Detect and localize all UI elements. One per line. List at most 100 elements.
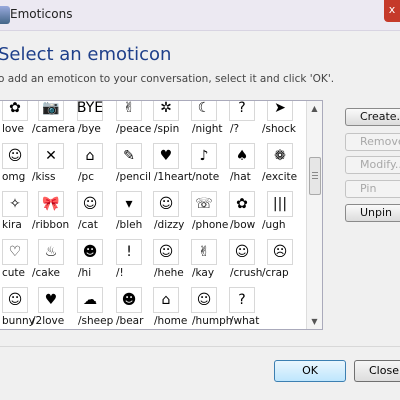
emoticon-shortcut-label: /2love: [32, 315, 65, 327]
emoticon-icon[interactable]: ?: [229, 287, 255, 313]
emoticon-icon[interactable]: ☾: [191, 101, 217, 121]
emoticon-icon[interactable]: ☺: [2, 287, 28, 313]
emoticon-shortcut-label: /crush: [230, 267, 263, 279]
emoticon-icon[interactable]: ⌂: [153, 287, 179, 313]
emoticon-icon[interactable]: ✧: [2, 191, 28, 217]
emoticon-shortcut-label: /!: [116, 267, 124, 279]
emoticon-icon[interactable]: ♥: [153, 143, 179, 169]
emoticon-icon[interactable]: ♨: [38, 239, 64, 265]
window-title: Emoticons: [10, 7, 73, 21]
emoticon-icon[interactable]: ☻: [116, 287, 142, 313]
emoticon-icon[interactable]: ☺: [77, 191, 103, 217]
emoticon-label-row: cute/cake/hi /! /hehe/kay/crush/crap: [0, 267, 305, 281]
emoticon-shortcut-label: /kay: [192, 267, 215, 279]
modify-button[interactable]: Modify...: [345, 156, 400, 174]
emoticon-shortcut-label: /camera: [32, 123, 76, 135]
emoticon-shortcut-label: /bye: [78, 123, 101, 135]
emoticon-icon[interactable]: 📷: [38, 101, 64, 121]
emoticon-shortcut-label: /?: [230, 123, 240, 135]
vertical-scrollbar[interactable]: ▲ ▼: [306, 101, 322, 329]
emoticon-icon-row: ☺ ♥ ☁ ☻ ⌂ ☺?: [0, 285, 305, 315]
emoticon-shortcut-label: /pencil: [116, 171, 151, 183]
emoticon-icon[interactable]: ♪: [191, 143, 217, 169]
emoticon-label-row: kira/ribbon/cat/bleh/dizzy/phone/bow/ugh: [0, 219, 305, 233]
emoticon-icon[interactable]: ☺: [2, 143, 28, 169]
emoticon-shortcut-label: /spin: [154, 123, 180, 135]
emoticon-icon[interactable]: ☺: [153, 191, 179, 217]
emoticon-icon[interactable]: ☺: [191, 287, 217, 313]
emoticon-shortcut-label: /what: [230, 315, 260, 327]
scrollbar-thumb[interactable]: [309, 157, 321, 195]
emoticon-shortcut-label: /hi: [78, 267, 92, 279]
emoticon-icon-row: ♡ ♨ ☻! ☺ ✌ ☺ ☹: [0, 237, 305, 267]
emoticon-icon[interactable]: ♠: [229, 143, 255, 169]
pin-button[interactable]: Pin: [345, 180, 400, 198]
emoticon-icon[interactable]: ?: [229, 101, 255, 121]
create-button[interactable]: Create...: [345, 108, 400, 126]
emoticon-shortcut-label: /sheep: [78, 315, 114, 327]
app-icon: [0, 6, 10, 24]
emoticon-shortcut-label: /peace: [116, 123, 152, 135]
emoticon-shortcut-label: kira: [2, 219, 22, 231]
emoticon-shortcut-label: /1heart: [154, 171, 193, 183]
emoticon-icon-row: ☺ ✕ ⌂ ✎ ♥ ♪ ♠ ❁: [0, 141, 305, 171]
emoticon-icon[interactable]: ☺: [153, 239, 179, 265]
emoticon-icon[interactable]: ☏: [191, 191, 217, 217]
emoticon-icon[interactable]: ☁: [77, 287, 103, 313]
emoticon-shortcut-label: bunny: [2, 315, 35, 327]
emoticon-shortcut-label: /bow: [230, 219, 256, 231]
emoticon-shortcut-label: /note: [192, 171, 220, 183]
emoticon-icon[interactable]: ✿: [2, 101, 28, 121]
emoticon-shortcut-label: /ugh: [262, 219, 286, 231]
emoticon-icon[interactable]: ✎: [116, 143, 142, 169]
emoticon-icon[interactable]: ♡: [2, 239, 28, 265]
emoticon-shortcut-label: omg: [2, 171, 26, 183]
emoticon-icon[interactable]: ✿: [229, 191, 255, 217]
emoticon-icon[interactable]: ▾: [116, 191, 142, 217]
emoticon-icon[interactable]: ✲: [153, 101, 179, 121]
instructions-text: o add an emoticon to your conversation, …: [0, 73, 335, 85]
emoticon-shortcut-label: cute: [2, 267, 26, 279]
close-button[interactable]: Close: [354, 360, 400, 382]
emoticon-icon-row: ✿ 📷 BYE ✌ ✲ ☾? ➤: [0, 101, 305, 123]
emoticon-grid[interactable]: ✿ 📷 BYE ✌ ✲ ☾? ➤ love/camera/bye/peace/spin/nig…: [0, 100, 323, 330]
emoticon-icon[interactable]: ✕: [38, 143, 64, 169]
emoticon-icon[interactable]: ☺: [229, 239, 255, 265]
emoticon-shortcut-label: /night: [192, 123, 223, 135]
window-close-button[interactable]: x: [384, 0, 400, 22]
emoticon-icon[interactable]: ⌂: [77, 143, 103, 169]
emoticon-shortcut-label: /pc: [78, 171, 94, 183]
emoticon-label-row: omg/kiss/pc/pencil/1heart/note/hat/excit…: [0, 171, 305, 185]
emoticon-icon[interactable]: ❁: [267, 143, 293, 169]
emoticon-shortcut-label: /crap: [262, 267, 289, 279]
emoticon-icon[interactable]: ➤: [267, 101, 293, 121]
unpin-button[interactable]: Unpin: [345, 204, 400, 222]
emoticon-icon[interactable]: ☹: [267, 239, 293, 265]
emoticon-shortcut-label: /cat: [78, 219, 98, 231]
remove-button[interactable]: Remove: [345, 133, 400, 151]
emoticon-shortcut-label: /kiss: [32, 171, 56, 183]
emoticon-icon-row: ✧ 🎀 ☺ ▾ ☺ ☏ ✿ |||: [0, 189, 305, 219]
emoticon-shortcut-label: /phone: [192, 219, 229, 231]
scroll-down-arrow-icon[interactable]: ▼: [307, 314, 322, 329]
emoticon-shortcut-label: /home: [154, 315, 188, 327]
emoticon-shortcut-label: /ribbon: [32, 219, 70, 231]
emoticon-icon[interactable]: ✌: [191, 239, 217, 265]
emoticon-label-row: bunny/2love/sheep/bear/home/humph/what: [0, 315, 305, 329]
emoticon-shortcut-label: /excite: [262, 171, 298, 183]
emoticon-icon[interactable]: !: [116, 239, 142, 265]
emoticon-icon[interactable]: ♥: [38, 287, 64, 313]
emoticon-shortcut-label: /dizzy: [154, 219, 185, 231]
emoticon-shortcut-label: /hehe: [154, 267, 184, 279]
emoticon-icon[interactable]: |||: [267, 191, 293, 217]
emoticon-icon[interactable]: BYE: [77, 101, 103, 121]
emoticon-shortcut-label: /bear: [116, 315, 144, 327]
emoticon-icon[interactable]: ✌: [116, 101, 142, 121]
title-bar: Emoticons x: [0, 0, 400, 31]
emoticon-label-row: love/camera/bye/peace/spin/night /? /shock: [0, 123, 305, 137]
emoticon-shortcut-label: /hat: [230, 171, 251, 183]
ok-button[interactable]: OK: [274, 360, 346, 382]
emoticon-icon[interactable]: ☻: [77, 239, 103, 265]
emoticon-icon[interactable]: 🎀: [38, 191, 64, 217]
scroll-up-arrow-icon[interactable]: ▲: [307, 101, 322, 116]
